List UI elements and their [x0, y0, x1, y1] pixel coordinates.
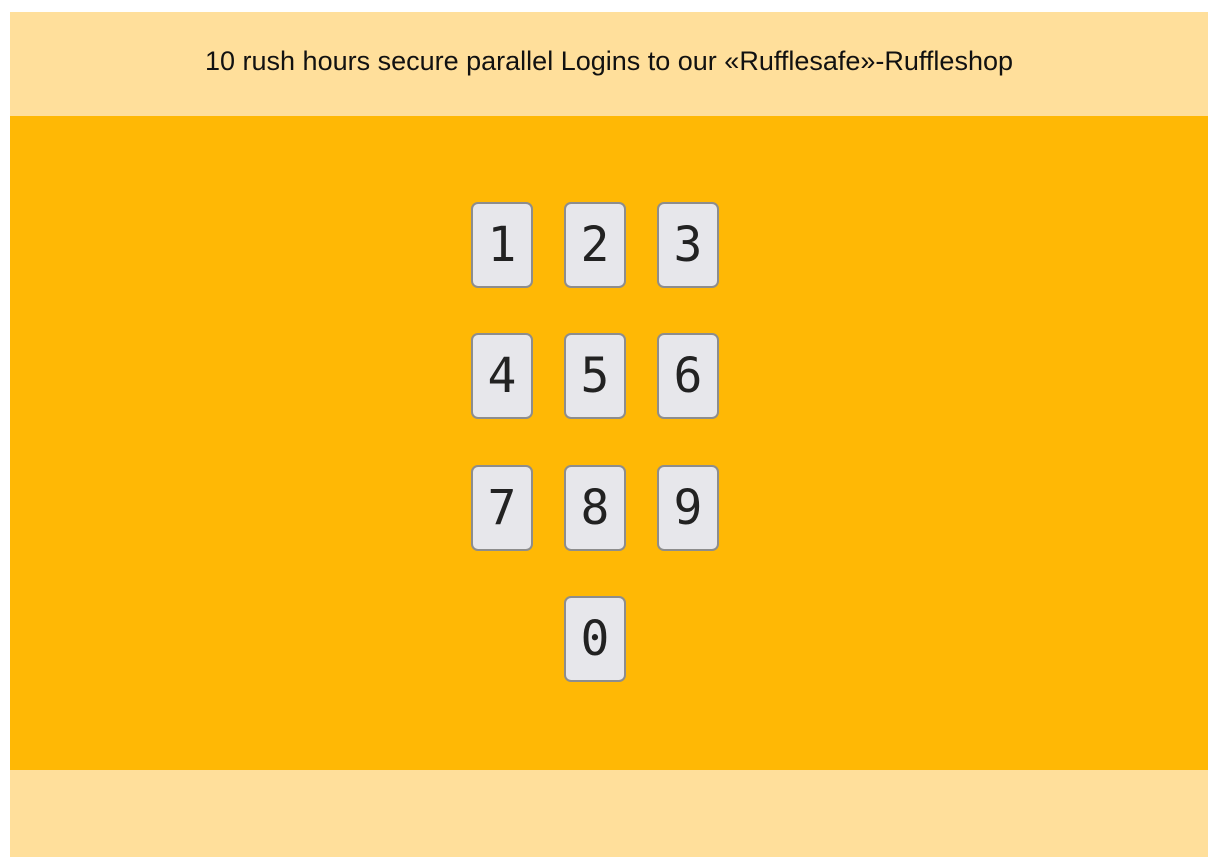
keypad-button-label: 2: [580, 217, 610, 273]
header-bar: 10 rush hours secure parallel Logins to …: [10, 12, 1208, 116]
keypad-button-5[interactable]: 5: [564, 333, 626, 419]
keypad-button-9[interactable]: 9: [657, 465, 719, 551]
keypad-button-label: 9: [673, 480, 703, 536]
keypad-button-8[interactable]: 8: [564, 465, 626, 551]
login-page: 10 rush hours secure parallel Logins to …: [10, 12, 1208, 857]
keypad-button-label: 0: [580, 611, 610, 667]
keypad-button-label: 4: [487, 348, 517, 404]
keypad-button-label: 8: [580, 480, 610, 536]
keypad-button-label: 3: [673, 217, 703, 273]
keypad-button-6[interactable]: 6: [657, 333, 719, 419]
keypad-button-1[interactable]: 1: [471, 202, 533, 288]
keypad-button-label: 5: [580, 348, 610, 404]
keypad-button-label: 6: [673, 348, 703, 404]
page-title: 10 rush hours secure parallel Logins to …: [205, 45, 1013, 76]
keypad-button-label: 1: [487, 217, 517, 273]
keypad-button-label: 7: [487, 480, 517, 536]
keypad-button-0[interactable]: 0: [564, 596, 626, 682]
keypad-button-4[interactable]: 4: [471, 333, 533, 419]
keypad-button-3[interactable]: 3: [657, 202, 719, 288]
keypad-button-7[interactable]: 7: [471, 465, 533, 551]
keypad-button-2[interactable]: 2: [564, 202, 626, 288]
footer-bar: [10, 770, 1208, 857]
